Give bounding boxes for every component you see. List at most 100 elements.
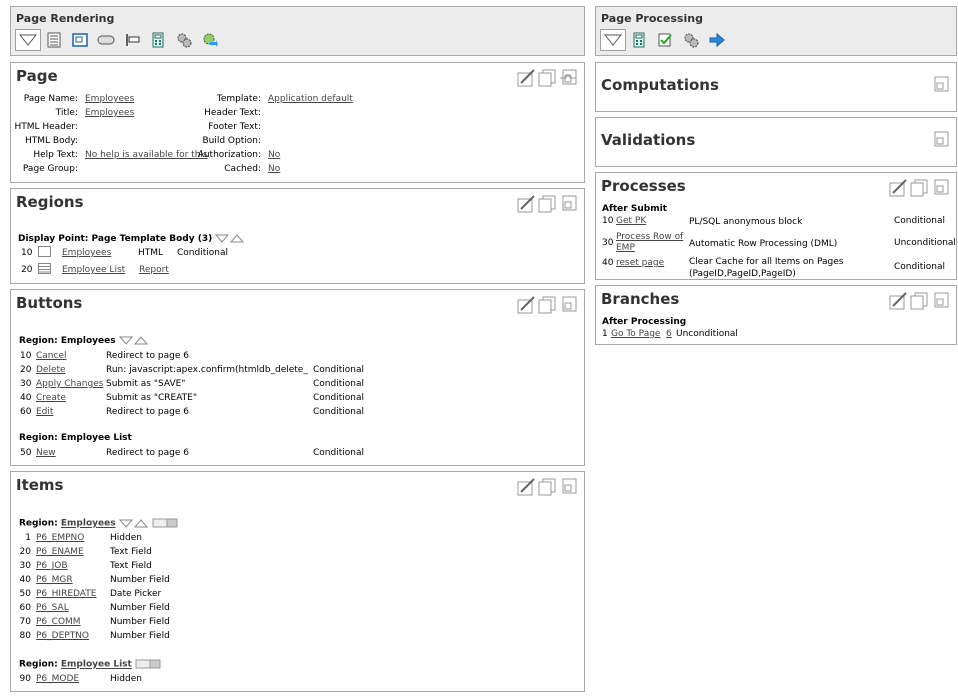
calculator-icon[interactable] (145, 29, 171, 51)
create-icon[interactable] (931, 179, 950, 197)
display-point-label: Display Point: Page Template Body (3) (18, 234, 213, 244)
branch-seq: 1 (602, 329, 608, 339)
item-name-link[interactable]: P6_EMPNO (36, 533, 84, 543)
grid-edit-icon[interactable] (135, 659, 161, 669)
item-type: Number Field (110, 617, 170, 627)
edit-icon[interactable] (889, 292, 908, 310)
edit-icon[interactable] (517, 195, 536, 213)
page-prop-value[interactable]: Employees (85, 94, 134, 104)
button-name-link[interactable]: Apply Changes (36, 379, 103, 389)
branch-name-link[interactable]: Go To Page (611, 329, 660, 339)
button-name-link[interactable]: Create (36, 393, 66, 403)
item-name-link[interactable]: P6_ENAME (36, 547, 84, 557)
create-icon[interactable] (559, 478, 578, 496)
create-icon[interactable] (931, 76, 950, 94)
view-icon[interactable] (15, 29, 41, 51)
button-seq: 10 (20, 351, 32, 361)
validations-panel-actions (931, 131, 950, 149)
item-name-link[interactable]: P6_JOB (36, 561, 68, 571)
item-name-link[interactable]: P6_MODE (36, 674, 79, 684)
branch-page-link[interactable]: 6 (666, 329, 672, 339)
button-icon[interactable] (93, 29, 119, 51)
edit-icon[interactable] (517, 478, 536, 496)
create-icon[interactable] (931, 292, 950, 310)
regions-panel-actions (517, 195, 578, 213)
process-name-link[interactable]: reset page (616, 258, 686, 269)
page-list-icon[interactable] (41, 29, 67, 51)
edit-icon[interactable] (517, 69, 536, 87)
page-prop-label: Help Text: (33, 150, 78, 160)
page-processing-toolbar-panel: Page Processing (595, 6, 957, 56)
region-extra[interactable]: Report (139, 265, 169, 275)
process-name-link[interactable]: Process Row of EMP (616, 232, 686, 254)
button-action: Submit as "SAVE" (106, 379, 186, 389)
item-seq: 90 (19, 674, 31, 684)
processes-panel: Processes After Submit 10 Get PK PL/SQL an… (595, 172, 957, 280)
button-name-link[interactable]: Cancel (36, 351, 67, 361)
item-name-link[interactable]: P6_COMM (36, 617, 81, 627)
edit-icon[interactable] (889, 179, 908, 197)
validations-panel: Validations (595, 117, 957, 167)
create-icon[interactable] (559, 296, 578, 314)
create-icon[interactable] (559, 69, 578, 87)
button-name-link[interactable]: Edit (36, 407, 53, 417)
sort-arrows-icon[interactable] (118, 336, 149, 345)
item-type: Date Picker (110, 589, 162, 599)
item-seq: 60 (19, 603, 31, 613)
page-panel-title: Page (16, 67, 58, 85)
item-name-link[interactable]: P6_MGR (36, 575, 73, 585)
process-type: Clear Cache for all Items on Pages (Page… (689, 257, 844, 279)
process-seq: 30 (602, 238, 614, 248)
region-name-link[interactable]: Employees (62, 248, 111, 258)
page-prop-value[interactable]: No help is available for this (85, 150, 208, 160)
copy-icon[interactable] (538, 69, 557, 87)
view-icon[interactable] (600, 29, 626, 51)
button-name-link[interactable]: New (36, 448, 56, 458)
gear-icon[interactable] (171, 29, 197, 51)
button-condition: Conditional (313, 448, 364, 458)
button-name-link[interactable]: Delete (36, 365, 66, 375)
page-rendering-title: Page Rendering (16, 12, 115, 25)
region-icon[interactable] (67, 29, 93, 51)
sort-arrows-icon[interactable] (215, 234, 245, 243)
items-region-prefix: Region: (19, 659, 58, 670)
items-region-employee-list-link[interactable]: Employee List (61, 660, 132, 670)
items-region-employees-link[interactable]: Employees (61, 519, 116, 529)
regions-panel: Regions Display Point: Page Template Bod… (10, 188, 585, 284)
page-prop-value[interactable]: No (268, 150, 280, 160)
process-type: PL/SQL anonymous block (689, 217, 803, 227)
edit-icon[interactable] (517, 296, 536, 314)
copy-icon[interactable] (910, 292, 929, 310)
create-icon[interactable] (559, 195, 578, 213)
calculator-icon[interactable] (626, 29, 652, 51)
process-seq: 10 (602, 216, 614, 226)
region-seq: 20 (21, 265, 33, 275)
process-name-link[interactable]: Get PK (616, 216, 686, 227)
item-type: Number Field (110, 603, 170, 613)
validation-icon[interactable] (652, 29, 678, 51)
page-rendering-toolbar-panel: Page Rendering (10, 6, 585, 56)
branches-panel-actions (889, 292, 950, 310)
item-type: Hidden (110, 674, 142, 684)
copy-icon[interactable] (538, 195, 557, 213)
copy-icon[interactable] (910, 179, 929, 197)
grid-edit-icon[interactable] (152, 518, 178, 528)
create-icon[interactable] (931, 131, 950, 149)
item-name-link[interactable]: P6_HIREDATE (36, 589, 96, 599)
page-prop-value[interactable]: Application default (268, 94, 353, 104)
page-prop-value[interactable]: Employees (85, 108, 134, 118)
item-name-link[interactable]: P6_SAL (36, 603, 69, 613)
gear-icon[interactable] (678, 29, 704, 51)
copy-icon[interactable] (538, 296, 557, 314)
page-prop-value[interactable]: No (268, 164, 280, 174)
region-name-link[interactable]: Employee List (62, 265, 125, 275)
item-icon[interactable] (119, 29, 145, 51)
page-prop-label: HTML Body: (24, 136, 78, 146)
sort-arrows-icon[interactable] (118, 518, 149, 528)
button-seq: 30 (20, 379, 32, 389)
item-seq: 80 (19, 631, 31, 641)
shared-components-icon[interactable] (197, 29, 223, 51)
arrow-right-icon[interactable] (704, 29, 730, 51)
copy-icon[interactable] (538, 478, 557, 496)
item-name-link[interactable]: P6_DEPTNO (36, 631, 89, 641)
